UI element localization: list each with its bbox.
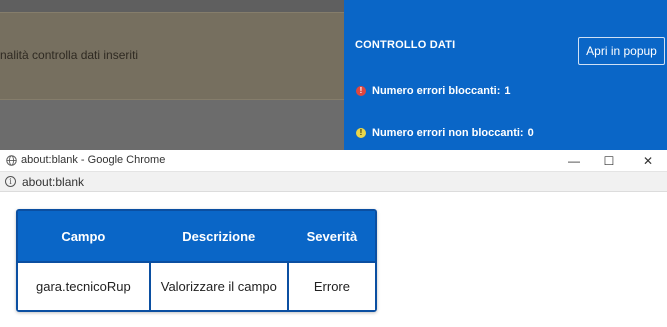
controllo-dati-panel: CONTROLLO DATI Apri in popup ! Numero er…: [344, 0, 667, 150]
info-icon[interactable]: i: [5, 176, 16, 187]
cell-descrizione: Valorizzare il campo: [148, 261, 287, 310]
column-header-severita: Severità: [286, 211, 375, 261]
globe-icon: [6, 155, 17, 166]
close-icon: ✕: [642, 154, 654, 168]
table-row: gara.tecnicoRup Valorizzare il campo Err…: [18, 261, 375, 310]
window-title: about:blank - Google Chrome: [21, 154, 166, 166]
close-button[interactable]: ✕: [630, 150, 666, 172]
error-icon: !: [356, 86, 366, 96]
background-top-strip: [0, 0, 344, 12]
errors-table: Campo Descrizione Severità gara.tecnicoR…: [16, 209, 377, 312]
cell-severita: Errore: [286, 261, 375, 310]
table-header-row: Campo Descrizione Severità: [18, 211, 375, 261]
blocking-errors-row: ! Numero errori bloccanti: 1: [356, 83, 510, 99]
column-header-descrizione: Descrizione: [148, 211, 287, 261]
background-app: nalità controlla dati inseriti CONTROLLO…: [0, 0, 667, 150]
nonblocking-errors-count: 0: [527, 127, 534, 139]
blocking-errors-label: Numero errori bloccanti:: [372, 85, 501, 97]
errors-table-container: Campo Descrizione Severità gara.tecnicoR…: [16, 209, 377, 312]
url-text[interactable]: about:blank: [22, 175, 84, 189]
window-titlebar[interactable]: about:blank - Google Chrome — ☐ ✕: [0, 150, 667, 172]
minimize-button[interactable]: —: [556, 150, 592, 172]
warning-icon: !: [356, 128, 366, 138]
chrome-popup-window: about:blank - Google Chrome — ☐ ✕ i abou…: [0, 150, 667, 327]
maximize-button[interactable]: ☐: [591, 150, 627, 172]
background-warning-text: nalità controlla dati inseriti: [0, 48, 139, 62]
cell-campo: gara.tecnicoRup: [18, 261, 149, 310]
controllo-dati-title: CONTROLLO DATI: [355, 39, 456, 51]
background-warning-box: nalità controlla dati inseriti: [0, 12, 344, 100]
nonblocking-errors-row: ! Numero errori non bloccanti: 0: [356, 125, 534, 141]
minimize-icon: —: [568, 154, 580, 168]
nonblocking-errors-label: Numero errori non bloccanti:: [372, 127, 524, 139]
blocking-errors-count: 1: [504, 85, 511, 97]
open-popup-button[interactable]: Apri in popup: [578, 37, 665, 65]
maximize-icon: ☐: [603, 154, 615, 168]
address-bar[interactable]: i about:blank: [0, 172, 667, 192]
column-header-campo: Campo: [18, 211, 149, 261]
background-content: nalità controlla dati inseriti: [0, 0, 344, 150]
